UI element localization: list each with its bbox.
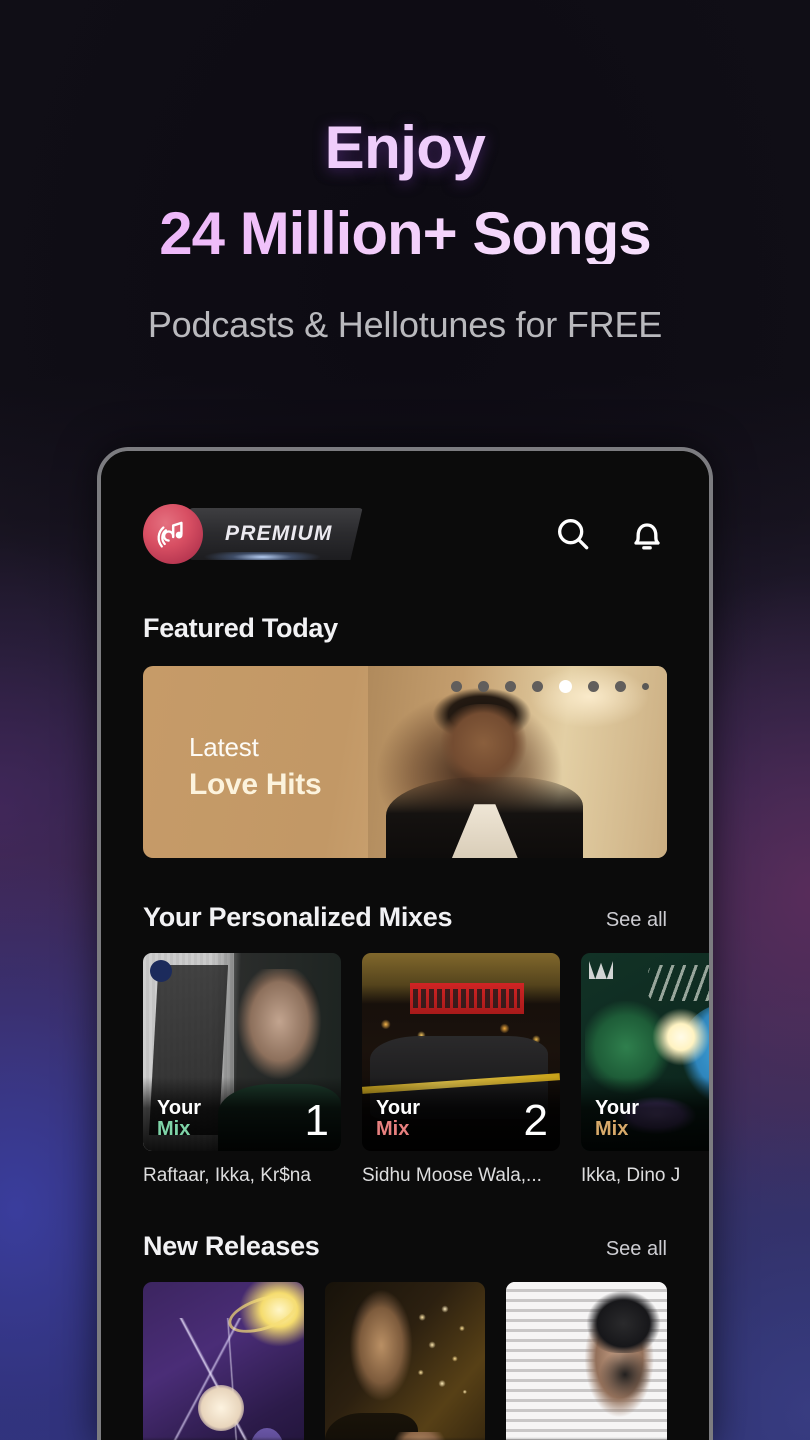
brand-logo-group[interactable]: PREMIUM	[143, 504, 363, 564]
mixes-see-all-link[interactable]: See all	[606, 909, 667, 932]
mixes-title: Your Personalized Mixes	[143, 902, 452, 933]
mix-caption: Sidhu Moose Wala,...	[362, 1165, 560, 1187]
badge-shine-decoration	[203, 552, 359, 562]
pagination-dot[interactable]	[532, 681, 543, 692]
new-releases-see-all-link[interactable]: See all	[606, 1238, 667, 1261]
mix-card[interactable]: Your Mix 1 Raftaar, Ikka, Kr$na	[143, 953, 341, 1187]
mix-label-top: Your	[376, 1098, 420, 1120]
mix-label-bottom: Mix	[157, 1119, 201, 1141]
mix-number: 2	[524, 1101, 548, 1141]
artwork-moon	[198, 1385, 244, 1431]
pagination-dot[interactable]	[615, 681, 626, 692]
mix-artwork: Your Mix 2	[362, 953, 560, 1151]
artwork-title-text	[413, 989, 520, 1009]
pagination-dot-active[interactable]	[559, 680, 572, 693]
search-icon[interactable]	[553, 514, 593, 554]
mix-caption: Ikka, Dino J	[581, 1165, 709, 1187]
mix-artwork: Your Mix 1	[143, 953, 341, 1151]
mix-card[interactable]: Your Mix Ikka, Dino J	[581, 953, 709, 1187]
mixes-section-header: Your Personalized Mixes See all	[101, 902, 709, 933]
artwork-beard	[593, 1341, 657, 1400]
new-release-card[interactable]	[143, 1282, 304, 1440]
hero-headline-line2: 24 Million+ Songs	[0, 204, 810, 264]
featured-banner-card[interactable]: Latest Love Hits	[143, 666, 667, 858]
mixes-carousel[interactable]: Your Mix 1 Raftaar, Ikka, Kr$na	[101, 953, 709, 1187]
banner-pagination-dots[interactable]	[451, 680, 649, 693]
new-releases-title: New Releases	[143, 1231, 320, 1262]
artwork-label-badge-icon	[150, 960, 172, 982]
mix-number: 1	[305, 1101, 329, 1141]
wynk-music-note-icon[interactable]	[143, 504, 203, 564]
app-header: PREMIUM	[101, 451, 709, 569]
banner-line2: Love Hits	[189, 768, 321, 802]
mix-label-top: Your	[157, 1098, 201, 1120]
mix-overlay: Your Mix	[581, 1077, 709, 1151]
featured-section-header: Featured Today	[101, 613, 709, 644]
new-release-card[interactable]	[506, 1282, 667, 1440]
bell-icon[interactable]	[627, 514, 667, 554]
mix-label-bottom: Mix	[595, 1119, 639, 1141]
header-actions	[553, 514, 667, 554]
new-release-card[interactable]	[325, 1282, 486, 1440]
mix-card[interactable]: Your Mix 2 Sidhu Moose Wala,...	[362, 953, 560, 1187]
featured-title: Featured Today	[143, 613, 338, 644]
hero-section: Enjoy 24 Million+ Songs Podcasts & Hello…	[0, 0, 810, 346]
artwork-script-title	[648, 965, 709, 1001]
pagination-dot[interactable]	[588, 681, 599, 692]
mix-overlay: Your Mix 2	[362, 1077, 560, 1151]
pagination-dot[interactable]	[451, 681, 462, 692]
hero-headline-line1: Enjoy	[0, 118, 810, 178]
pagination-dot[interactable]	[642, 683, 649, 690]
new-releases-carousel[interactable]	[101, 1282, 709, 1440]
mix-artwork: Your Mix	[581, 953, 709, 1151]
banner-artist-photo	[368, 666, 667, 858]
phone-mockup-frame: PREMIUM Featured Today	[97, 447, 713, 1440]
premium-badge-label: PREMIUM	[225, 522, 333, 546]
mix-overlay: Your Mix 1	[143, 1077, 341, 1151]
mix-caption: Raftaar, Ikka, Kr$na	[143, 1165, 341, 1187]
mix-label-top: Your	[595, 1098, 639, 1120]
premium-badge[interactable]: PREMIUM	[189, 508, 363, 560]
phone-screen: PREMIUM Featured Today	[101, 451, 709, 1440]
mix-label: Your Mix	[157, 1098, 201, 1141]
banner-line1: Latest	[189, 732, 321, 763]
artwork-label-badge-icon	[589, 961, 613, 979]
artwork-star	[652, 1008, 709, 1066]
mix-label: Your Mix	[376, 1098, 420, 1141]
mix-label: Your Mix	[595, 1098, 639, 1141]
new-releases-section-header: New Releases See all	[101, 1231, 709, 1262]
pagination-dot[interactable]	[505, 681, 516, 692]
mix-label-bottom: Mix	[376, 1119, 420, 1141]
pagination-dot[interactable]	[478, 681, 489, 692]
hero-subtitle: Podcasts & Hellotunes for FREE	[0, 304, 810, 346]
banner-text-block: Latest Love Hits	[189, 732, 321, 802]
